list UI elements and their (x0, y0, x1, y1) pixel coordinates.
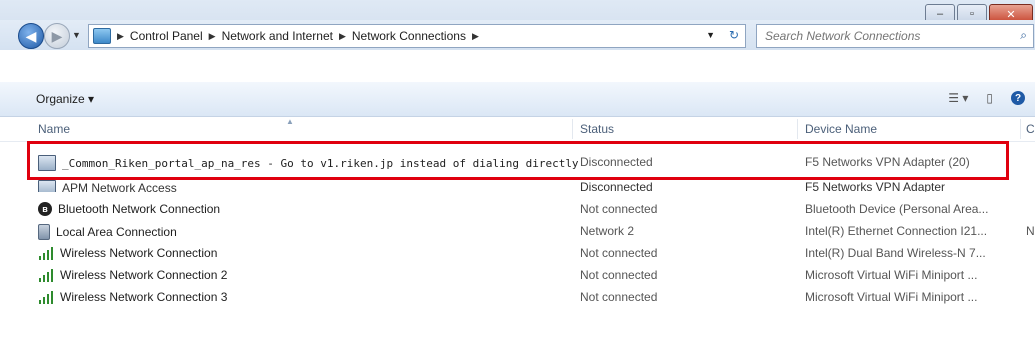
column-header-status[interactable]: Status (580, 122, 614, 136)
help-icon[interactable]: ? (1011, 91, 1025, 105)
ethernet-icon (38, 224, 50, 240)
connection-name-cell: ʙ Bluetooth Network Connection (38, 202, 220, 216)
column-divider[interactable] (797, 119, 798, 139)
highlight-box (27, 141, 1009, 180)
device-name: Microsoft Virtual WiFi Miniport ... (805, 290, 978, 304)
toolbar-right: ☰ ▾ ▯ ? (948, 91, 1025, 105)
connection-status: Not connected (580, 290, 658, 304)
search-icon[interactable]: ⌕ (1020, 28, 1027, 43)
list-item[interactable]: Wireless Network Connection 2 Not connec… (0, 264, 1035, 286)
connection-status: Network 2 (580, 224, 635, 238)
breadcrumb-control-panel[interactable]: Control Panel (130, 29, 203, 43)
breadcrumb-separator-icon[interactable]: ▶ (472, 31, 479, 42)
connection-name-cell: Local Area Connection (38, 224, 177, 240)
recent-pages-dropdown[interactable]: ▼ (72, 30, 81, 40)
search-box[interactable]: ⌕ (756, 24, 1034, 48)
device-name: Intel(R) Ethernet Connection I21... (805, 224, 988, 238)
vpn-icon (38, 180, 56, 192)
breadcrumb-network-connections[interactable]: Network Connections (352, 29, 466, 43)
breadcrumb-network-and-internet[interactable]: Network and Internet (222, 29, 333, 43)
navigation-bar: ◀ ▶ ▼ ▶ Control Panel ▶ Network and Inte… (0, 20, 1035, 50)
connection-name: APM Network Access (62, 181, 177, 195)
list-item[interactable]: Wireless Network Connection 3 Not connec… (0, 286, 1035, 308)
breadcrumb-separator-icon[interactable]: ▶ (339, 31, 346, 42)
forward-button[interactable]: ▶ (44, 23, 70, 49)
address-dropdown-icon[interactable]: ▼ (706, 30, 715, 40)
device-name: Intel(R) Dual Band Wireless-N 7... (805, 246, 986, 260)
wifi-icon (38, 268, 54, 282)
connection-name: Local Area Connection (56, 225, 177, 239)
back-button[interactable]: ◀ (18, 23, 44, 49)
bluetooth-icon: ʙ (38, 202, 52, 216)
connection-name-cell: Wireless Network Connection 3 (38, 290, 227, 304)
device-name: Bluetooth Device (Personal Area... (805, 202, 989, 216)
connection-status: Not connected (580, 202, 658, 216)
connection-status: Not connected (580, 246, 658, 260)
column-divider[interactable] (1020, 119, 1021, 139)
device-name: F5 Networks VPN Adapter (805, 180, 946, 194)
device-name: Microsoft Virtual WiFi Miniport ... (805, 268, 978, 282)
column-header-name[interactable]: Name (38, 122, 70, 136)
explorer-window: – ▫ ✕ ◀ ▶ ▼ ▶ Control Panel ▶ Network an… (0, 0, 1035, 349)
search-input[interactable] (763, 26, 997, 46)
organize-button[interactable]: Organize ▾ (36, 92, 94, 106)
connection-status: Disconnected (580, 180, 653, 194)
breadcrumb: ▶ Control Panel ▶ Network and Internet ▶… (117, 29, 479, 43)
connection-name: Wireless Network Connection (60, 246, 218, 260)
column-headers: ▲ Name Status Device Name C (0, 117, 1035, 142)
sort-ascending-icon: ▲ (286, 117, 294, 126)
connection-status: Not connected (580, 268, 658, 282)
control-panel-icon (93, 28, 111, 44)
address-bar[interactable]: ▶ Control Panel ▶ Network and Internet ▶… (88, 24, 746, 48)
change-view-icon[interactable]: ☰ ▾ (948, 91, 968, 105)
column-divider[interactable] (572, 119, 573, 139)
column-header-device-name[interactable]: Device Name (805, 122, 877, 136)
breadcrumb-separator-icon[interactable]: ▶ (117, 31, 124, 42)
refresh-icon[interactable]: ↻ (729, 28, 739, 42)
breadcrumb-separator-icon[interactable]: ▶ (209, 31, 216, 42)
list-item[interactable]: Local Area Connection Network 2 Intel(R)… (0, 220, 1035, 242)
list-item[interactable]: ʙ Bluetooth Network Connection Not conne… (0, 198, 1035, 220)
connectivity-value: N (1026, 224, 1035, 238)
connection-name-cell: Wireless Network Connection (38, 246, 217, 260)
connection-name: Wireless Network Connection 3 (60, 290, 228, 304)
column-header-connectivity[interactable]: C (1026, 122, 1035, 136)
connection-name-cell: Wireless Network Connection 2 (38, 268, 227, 282)
connection-name: Wireless Network Connection 2 (60, 268, 228, 282)
wifi-icon (38, 246, 54, 260)
command-bar: Organize ▾ ☰ ▾ ▯ ? (0, 82, 1035, 117)
wifi-icon (38, 290, 54, 304)
preview-pane-icon[interactable]: ▯ (986, 91, 993, 105)
connection-name: Bluetooth Network Connection (58, 202, 221, 216)
connection-name-cell: APM Network Access (38, 180, 177, 195)
list-item[interactable]: Wireless Network Connection Not connecte… (0, 242, 1035, 264)
